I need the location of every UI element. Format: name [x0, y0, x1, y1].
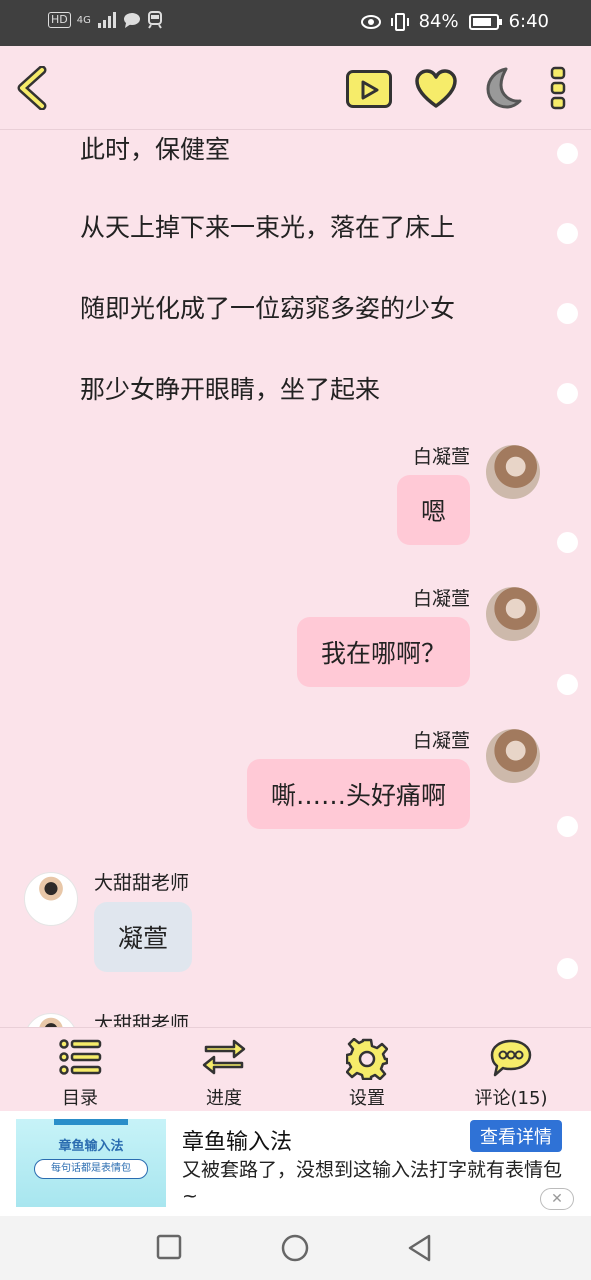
ad-image-title: 章鱼输入法 [58, 1139, 124, 1154]
battery-percent: 84% [418, 11, 459, 32]
reader-toolbar [0, 46, 591, 130]
narration-line: 从天上掉下来一束光，落在了床上 [80, 213, 456, 242]
more-button[interactable] [548, 66, 568, 110]
bottom-nav: 目录 进度 设置 评论(15) [0, 1027, 591, 1111]
eye-icon [360, 14, 381, 29]
battery-icon [468, 13, 502, 30]
ad-image-tagline: 每句话都是表情包 [34, 1159, 148, 1179]
ad-image-bar [54, 1119, 128, 1125]
list-icon [59, 1039, 102, 1075]
progress-dot [557, 816, 578, 837]
signal-bars-icon [97, 12, 116, 28]
chat-icon [123, 13, 140, 28]
progress-dot [557, 303, 578, 324]
status-bar: HD 4G 84% 6:40 [0, 0, 591, 46]
nav-label: 目录 [62, 1088, 98, 1109]
ad-details-button[interactable]: 查看详情 [470, 1120, 562, 1152]
system-nav-bar [0, 1216, 591, 1280]
ad-close-button[interactable]: ✕ [540, 1188, 574, 1210]
4g-signal-icon: 4G [76, 14, 91, 26]
status-right: 84% 6:40 [360, 11, 549, 32]
progress-dot [557, 383, 578, 404]
speaker-name: 大甜甜老师 [94, 872, 190, 894]
speaker-name: 白凝萱 [412, 446, 470, 468]
ad-description: 又被套路了，没想到这输入法打字就有表情包~ [182, 1159, 563, 1207]
more-dots-icon [550, 66, 566, 110]
ad-title: 章鱼输入法 [182, 1130, 293, 1155]
nav-label: 进度 [206, 1088, 242, 1109]
clock: 6:40 [508, 11, 549, 32]
ad-banner[interactable]: 章鱼输入法 每句话都是表情包 章鱼输入法 查看详情 又被套路了，没想到这输入法打… [0, 1111, 591, 1216]
recents-square-icon[interactable] [156, 1234, 182, 1260]
message-bubble: 嗯 [396, 475, 470, 545]
status-left-icons: HD 4G [48, 11, 163, 29]
train-icon [147, 11, 162, 29]
progress-dot [557, 674, 578, 695]
heart-icon [415, 69, 457, 108]
favorite-button[interactable] [414, 68, 458, 110]
back-triangle-icon[interactable] [407, 1234, 433, 1262]
back-button[interactable] [14, 65, 50, 111]
speaker-name: 大甜甜老师 [94, 1013, 190, 1028]
ad-image[interactable]: 章鱼输入法 每句话都是表情包 [16, 1119, 166, 1207]
narration-line: 此时，保健室 [80, 135, 231, 164]
back-chevron-icon [17, 65, 47, 111]
nav-progress[interactable]: 进度 [164, 1034, 284, 1109]
speaker-name: 白凝萱 [412, 588, 470, 610]
progress-dot [557, 143, 578, 164]
avatar[interactable] [486, 729, 540, 783]
speaker-name: 白凝萱 [412, 730, 470, 752]
avatar[interactable] [486, 587, 540, 641]
nav-comments[interactable]: 评论(15) [451, 1034, 571, 1109]
nav-label: 设置 [349, 1088, 385, 1109]
narration-line: 随即光化成了一位窈窕多姿的少女 [80, 294, 456, 323]
message-bubble: 我在哪啊？ [296, 617, 470, 687]
avatar[interactable] [24, 872, 78, 926]
progress-dot [557, 958, 578, 979]
swap-arrows-icon [202, 1039, 246, 1075]
progress-dot [557, 532, 578, 553]
vibrate-icon [390, 12, 409, 31]
narration-line: 那少女睁开眼睛，坐了起来 [80, 375, 381, 404]
message-bubble: 嘶……头好痛啊 [246, 759, 470, 829]
play-icon [361, 80, 379, 100]
avatar[interactable] [24, 1013, 78, 1028]
night-mode-button[interactable] [480, 66, 522, 110]
gear-icon [346, 1038, 388, 1080]
moon-icon [486, 67, 522, 109]
hd-icon: HD [48, 12, 71, 28]
nav-settings[interactable]: 设置 [307, 1034, 427, 1109]
autoplay-button[interactable] [346, 70, 392, 108]
avatar[interactable] [486, 445, 540, 499]
progress-dot [557, 223, 578, 244]
home-circle-icon[interactable] [281, 1234, 309, 1262]
nav-catalog[interactable]: 目录 [20, 1034, 140, 1109]
battery-fill [472, 17, 491, 26]
reading-content[interactable]: 此时，保健室 从天上掉下来一束光，落在了床上 随即光化成了一位窈窕多姿的少女 那… [0, 130, 591, 1028]
nav-label: 评论(15) [474, 1088, 548, 1109]
message-bubble: 凝萱 [94, 902, 193, 972]
comment-bubble-icon [490, 1039, 532, 1077]
